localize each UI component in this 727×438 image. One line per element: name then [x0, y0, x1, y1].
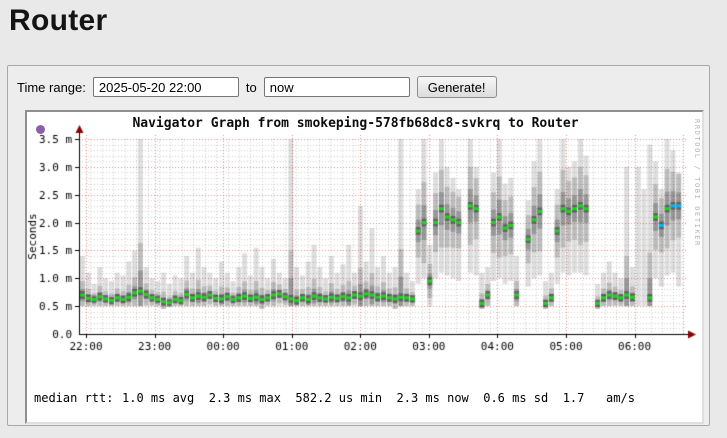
graph-image: Navigator Graph from smokeping-578fb68dc… — [27, 112, 702, 422]
latency-plot-canvas[interactable] — [27, 124, 702, 354]
to-label: to — [246, 80, 257, 95]
generate-button[interactable]: Generate! — [417, 76, 497, 98]
start-time-input[interactable] — [93, 77, 239, 97]
median-rtt-label: median rtt: — [34, 390, 122, 407]
end-time-input[interactable] — [264, 77, 410, 97]
median-rtt-values: 1.0 ms avg 2.3 ms max 582.2 us min 2.3 m… — [122, 391, 635, 405]
median-rtt-row: median rtt:1.0 ms avg 2.3 ms max 582.2 u… — [34, 390, 696, 407]
smokeping-page: { "page": { "title": "Router" }, "form":… — [0, 0, 727, 438]
smokeping-graph[interactable]: Navigator Graph from smokeping-578fb68dc… — [25, 110, 704, 424]
page-title: Router — [9, 4, 107, 38]
time-range-form: Time range: to Generate! — [17, 76, 497, 98]
content-panel: Time range: to Generate! Navigator Graph… — [7, 65, 710, 426]
time-range-label: Time range: — [17, 80, 86, 95]
graph-stats: median rtt:1.0 ms avg 2.3 ms max 582.2 u… — [34, 356, 696, 422]
